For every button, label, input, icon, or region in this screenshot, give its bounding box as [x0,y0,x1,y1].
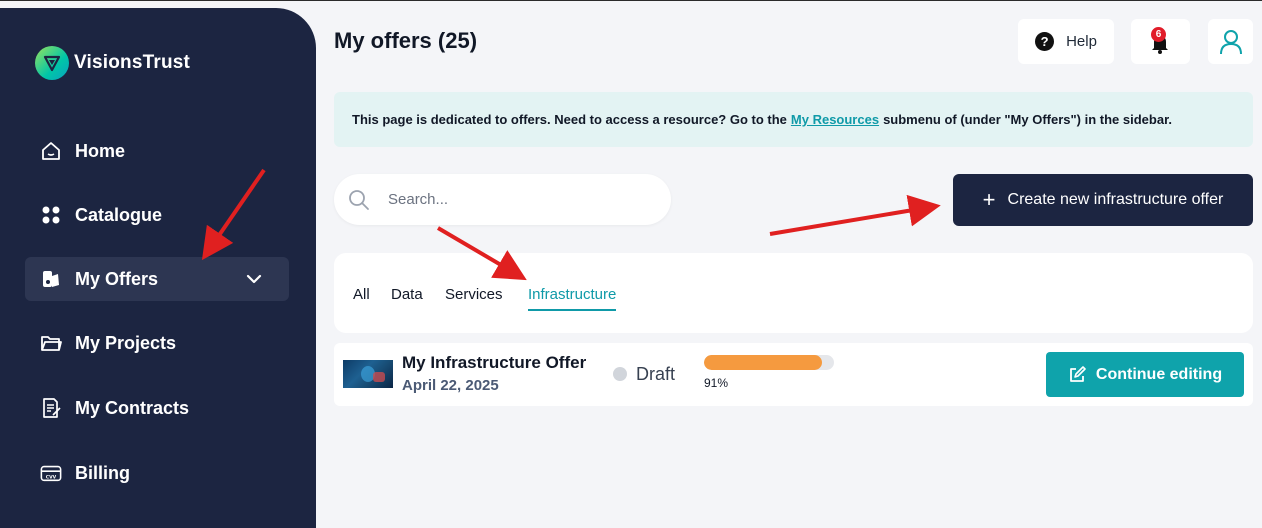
sidebar-item-label: Billing [75,462,130,483]
my-resources-link[interactable]: My Resources [791,112,879,127]
help-icon: ? [1035,32,1055,51]
contract-icon [40,397,62,419]
notification-badge: 6 [1151,27,1166,42]
user-icon [1219,29,1242,54]
sidebar-item-catalogue[interactable]: Catalogue [25,193,289,237]
user-menu-button[interactable] [1208,19,1253,64]
page-title: My offers (25) [334,28,478,53]
logo-icon [35,46,69,80]
sidebar-item-label: Home [75,140,126,161]
offers-icon [40,268,62,290]
sidebar-item-my-projects[interactable]: My Projects [25,321,289,365]
offer-date: April 22, 2025 [402,377,499,394]
tab-data[interactable]: Data [391,286,423,309]
offer-title: My Infrastructure Offer [402,353,587,372]
sidebar: VisionsTrust Home Catalogue My Offers My… [0,8,316,528]
chevron-down-icon[interactable] [245,270,263,288]
folder-icon [40,332,62,354]
search-icon [349,189,369,210]
sidebar-item-label: My Projects [75,332,177,353]
tab-services[interactable]: Services [445,286,503,309]
offer-type-tabs: All Data Services Infrastructure [334,253,1253,333]
sidebar-item-label: Catalogue [75,204,163,225]
sidebar-item-my-contracts[interactable]: My Contracts [25,386,289,430]
home-icon [40,140,62,162]
edit-icon [1069,365,1086,382]
sidebar-item-label: My Contracts [75,397,190,418]
completion-progress-label: 91% [704,376,729,390]
continue-editing-button[interactable]: Continue editing [1046,352,1244,397]
sidebar-item-label: My Offers [75,268,159,289]
sidebar-item-home[interactable]: Home [25,129,289,173]
search-bar[interactable] [334,174,671,225]
plus-icon: + [982,187,996,212]
info-banner: This page is dedicated to offers. Need t… [334,92,1253,147]
svg-text:CVV: CVV [46,475,57,481]
offer-status: Draft [636,364,676,384]
offer-row[interactable]: My Infrastructure Offer April 22, 2025 D… [334,343,1253,406]
window-top-border [0,0,1262,1]
banner-text-before: This page is dedicated to offers. Need t… [352,112,787,127]
brand-name: VisionsTrust [74,52,191,73]
completion-progress-fill [704,355,823,370]
sidebar-item-billing[interactable]: CVV Billing [25,451,289,495]
create-offer-button[interactable]: + Create new infrastructure offer [953,174,1253,226]
offer-thumbnail [343,360,393,388]
tab-infrastructure[interactable]: Infrastructure [528,286,617,311]
continue-editing-label: Continue editing [1095,365,1223,383]
banner-text-after: submenu of (under "My Offers") in the si… [883,112,1173,127]
completion-progress-bar [704,355,834,370]
status-dot-icon [613,367,627,381]
grid-icon [40,204,62,226]
sidebar-item-my-offers[interactable]: My Offers [25,257,289,301]
card-icon: CVV [40,462,62,484]
create-offer-label: Create new infrastructure offer [1007,191,1224,208]
tab-all[interactable]: All [353,286,370,309]
search-input[interactable] [388,191,638,208]
notifications-button[interactable]: 6 [1131,19,1190,64]
brand-logo[interactable]: VisionsTrust [35,46,190,80]
help-button[interactable]: ? Help [1018,19,1114,64]
annotation-arrow-create-button [769,194,941,236]
help-label: Help [1066,33,1097,50]
